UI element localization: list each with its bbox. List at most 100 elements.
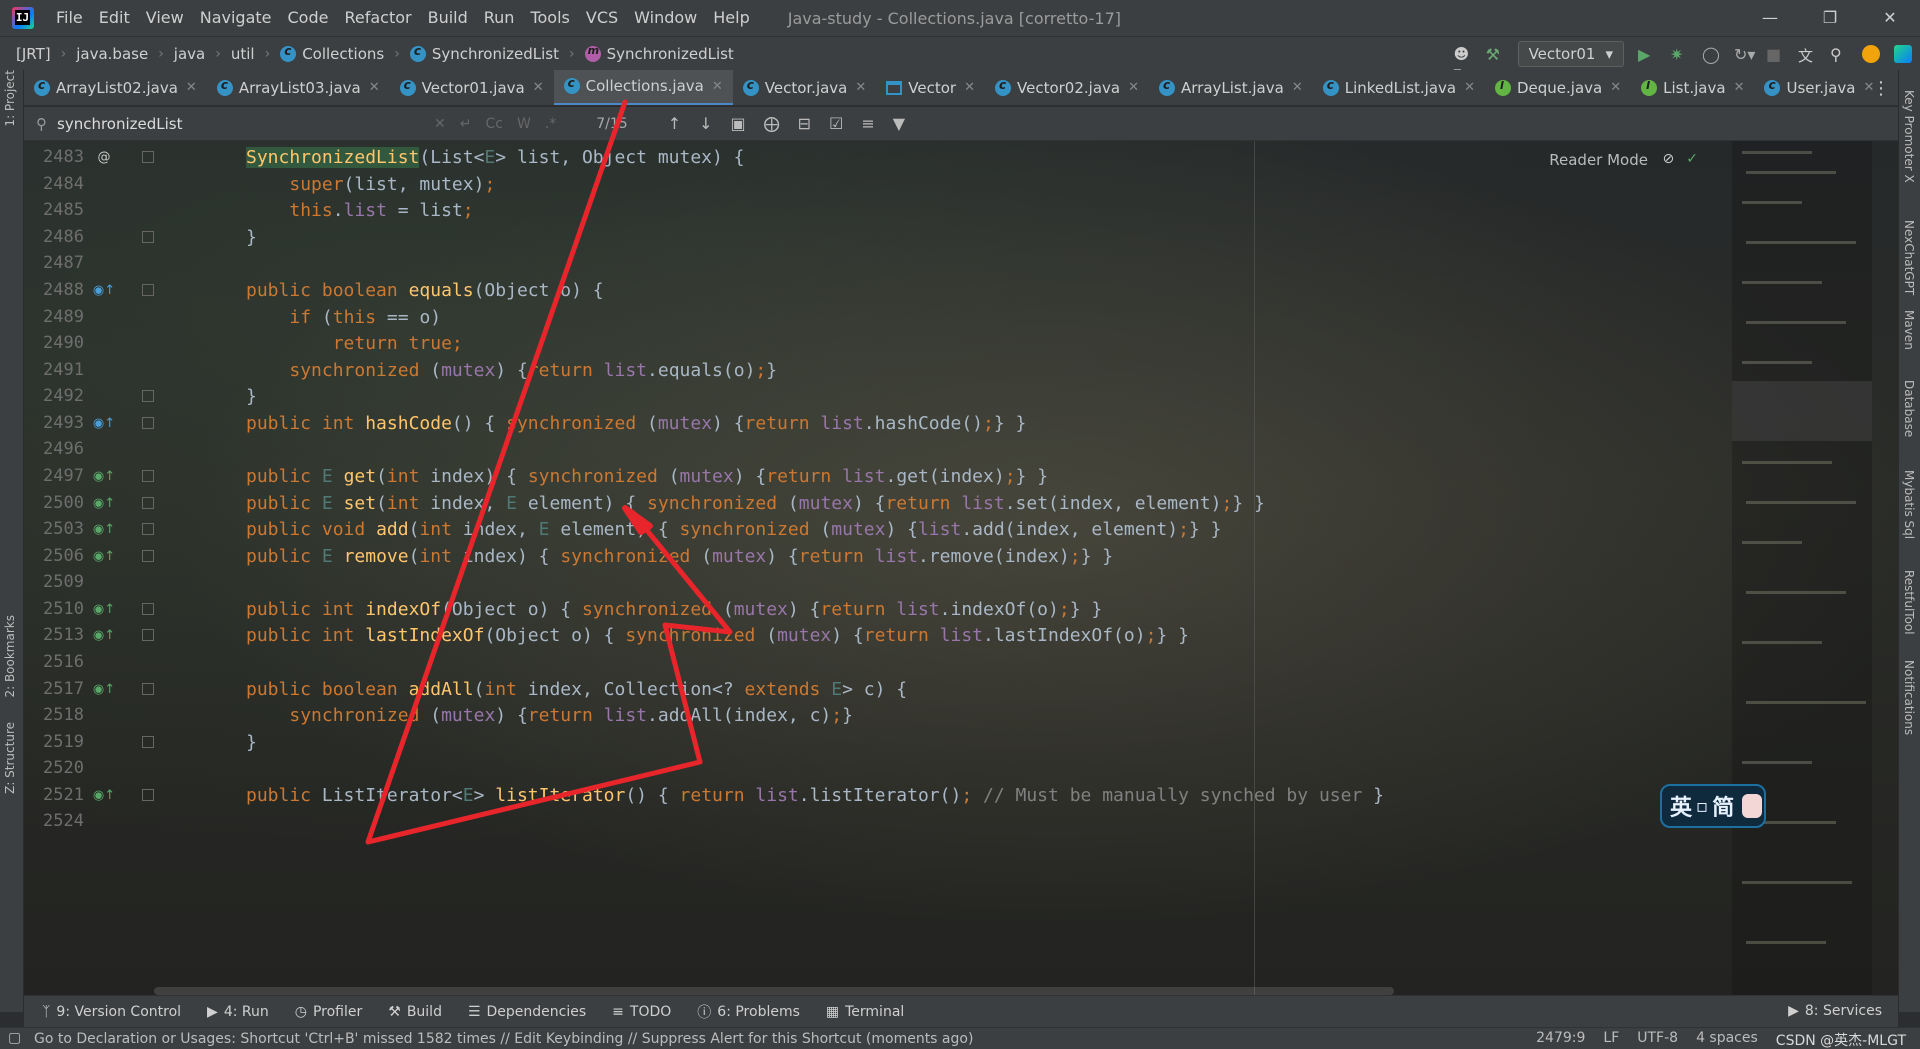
breadcrumb-jrt[interactable]: [JRT] xyxy=(12,45,55,63)
fold-icon[interactable] xyxy=(142,736,154,748)
implements-icon[interactable]: ◉↑ xyxy=(93,493,115,513)
mybatis-tool-button[interactable]: Mybatis Sql xyxy=(1902,470,1916,539)
build-tool-button[interactable]: ⚒ Build xyxy=(388,1004,442,1020)
tab-collections[interactable]: Collections.java ✕ xyxy=(553,70,733,105)
fold-icon[interactable] xyxy=(142,470,154,482)
breadcrumb-synchronizedlist-method[interactable]: SynchronizedList xyxy=(581,44,738,63)
tab-deque[interactable]: Deque.java ✕ xyxy=(1485,70,1631,105)
menu-refactor[interactable]: Refactor xyxy=(336,0,419,36)
menu-tools[interactable]: Tools xyxy=(522,0,577,36)
implements-icon[interactable]: ◉↑ xyxy=(93,466,115,486)
regex-toggle[interactable]: .* xyxy=(545,116,556,132)
tab-vector02[interactable]: Vector02.java ✕ xyxy=(985,70,1149,105)
tab-arraylist03[interactable]: ArrayList03.java ✕ xyxy=(207,70,390,105)
ime-status-widget[interactable]: 英 ▫ 简 xyxy=(1660,784,1766,828)
update-icon[interactable] xyxy=(1862,45,1880,63)
reader-mode-toggle[interactable]: Reader Mode xyxy=(1549,151,1648,169)
search-icon[interactable]: ⚲ xyxy=(1830,45,1848,64)
run-tool-button[interactable]: ▶ 4: Run xyxy=(207,1004,269,1020)
database-tool-button[interactable]: Database xyxy=(1902,380,1916,437)
todo-tool-button[interactable]: ≡ TODO xyxy=(612,1004,671,1020)
caret-position[interactable]: 2479:9 xyxy=(1536,1030,1585,1049)
stop-icon[interactable]: ■ xyxy=(1766,45,1784,64)
fold-icon[interactable] xyxy=(142,789,154,801)
close-icon[interactable]: ✕ xyxy=(1610,80,1621,95)
tab-arraylist[interactable]: ArrayList.java ✕ xyxy=(1149,70,1313,105)
line-separator[interactable]: LF xyxy=(1603,1030,1619,1049)
check-icon[interactable]: ✓ xyxy=(1686,151,1698,167)
select-all-occurrences-icon[interactable]: ☑ xyxy=(829,114,843,133)
layout-icon[interactable]: ▢ xyxy=(8,1030,21,1046)
add-occurrence-icon[interactable]: ⨁ xyxy=(764,114,780,133)
profiler-tool-button[interactable]: ◷ Profiler xyxy=(295,1004,363,1020)
fold-icon[interactable] xyxy=(142,550,154,562)
close-icon[interactable]: ✕ xyxy=(1292,80,1303,95)
close-icon[interactable]: ✕ xyxy=(1128,80,1139,95)
menu-code[interactable]: Code xyxy=(280,0,337,36)
breadcrumb-collections[interactable]: Collections xyxy=(276,44,388,63)
menu-vcs[interactable]: VCS xyxy=(578,0,626,36)
override-icon[interactable]: ◉↑ xyxy=(93,280,115,300)
align-icon[interactable]: ≡ xyxy=(861,114,874,133)
fold-icon[interactable] xyxy=(142,284,154,296)
close-icon[interactable]: ✕ xyxy=(964,80,975,95)
fold-icon[interactable] xyxy=(142,390,154,402)
bookmarks-tool-button[interactable]: 2: Bookmarks xyxy=(3,615,17,698)
status-message[interactable]: Go to Declaration or Usages: Shortcut 'C… xyxy=(34,1031,973,1047)
fold-icon[interactable] xyxy=(142,151,154,163)
tab-vector-structure[interactable]: Vector ✕ xyxy=(876,70,985,105)
close-icon[interactable]: ✕ xyxy=(1734,80,1745,95)
profile-icon[interactable]: ↻▾ xyxy=(1734,45,1755,64)
menu-run[interactable]: Run xyxy=(476,0,523,36)
indent-setting[interactable]: 4 spaces xyxy=(1696,1030,1758,1049)
run-configuration-select[interactable]: Vector01 ▾ xyxy=(1517,41,1624,67)
close-icon[interactable]: ✕ xyxy=(712,79,723,94)
restore-icon[interactable]: ❐ xyxy=(1800,0,1860,36)
debug-icon[interactable]: ✷ xyxy=(1670,45,1688,64)
more-vertical-icon[interactable]: ⋮ xyxy=(1872,78,1890,99)
fold-icon[interactable] xyxy=(142,683,154,695)
terminal-tool-button[interactable]: ▦ Terminal xyxy=(826,1004,904,1020)
structure-tool-button[interactable]: Z: Structure xyxy=(3,722,17,794)
dependencies-tool-button[interactable]: ☰ Dependencies xyxy=(468,1004,586,1020)
file-encoding[interactable]: UTF-8 xyxy=(1637,1030,1678,1049)
arrow-down-icon[interactable]: ↓ xyxy=(699,114,712,133)
menu-edit[interactable]: Edit xyxy=(91,0,138,36)
menu-file[interactable]: File xyxy=(48,0,91,36)
minimap-viewport[interactable] xyxy=(1732,381,1872,441)
tab-user[interactable]: User.java✕ xyxy=(1754,70,1884,105)
close-icon[interactable]: ✕ xyxy=(1860,0,1920,36)
override-icon[interactable]: ◉↑ xyxy=(93,413,115,433)
implements-icon[interactable]: ◉↑ xyxy=(93,679,115,699)
implements-icon[interactable]: ◉↑ xyxy=(93,599,115,619)
key-promoter-tool-button[interactable]: Key Promoter X xyxy=(1902,90,1916,183)
eye-off-icon[interactable]: ⊘ xyxy=(1663,151,1675,167)
fold-icon[interactable] xyxy=(142,603,154,615)
tab-vector-java[interactable]: Vector.java ✕ xyxy=(733,70,877,105)
close-icon[interactable]: ✕ xyxy=(1464,80,1475,95)
code-minimap[interactable] xyxy=(1732,141,1872,995)
menu-navigate[interactable]: Navigate xyxy=(192,0,280,36)
implements-icon[interactable]: ◉↑ xyxy=(93,625,115,645)
menu-help[interactable]: Help xyxy=(705,0,757,36)
annotation-icon[interactable]: @ xyxy=(94,147,114,167)
implements-icon[interactable]: ◉↑ xyxy=(93,519,115,539)
notifications-tool-button[interactable]: Notifications xyxy=(1902,660,1916,735)
breadcrumb-util[interactable]: util xyxy=(227,45,259,63)
tab-linkedlist[interactable]: LinkedList.java ✕ xyxy=(1313,70,1485,105)
problems-tool-button[interactable]: ⓘ 6: Problems xyxy=(697,1002,800,1022)
horizontal-scrollbar[interactable] xyxy=(154,987,1394,995)
arrow-up-icon[interactable]: ↑ xyxy=(668,114,681,133)
close-icon[interactable]: ✕ xyxy=(533,80,544,95)
services-tool-button[interactable]: ▶ 8: Services xyxy=(1788,1003,1882,1019)
hammer-build-icon[interactable]: ⚒ xyxy=(1486,45,1504,64)
clear-icon[interactable]: ✕ xyxy=(434,116,446,132)
project-tool-button[interactable]: 1: Project xyxy=(3,70,17,127)
vertical-scrollbar[interactable] xyxy=(1876,141,1896,995)
maven-tool-button[interactable]: Maven xyxy=(1902,310,1916,350)
code-editor[interactable]: Reader Mode ⊘ ✓ 2483 @ SynchronizedList(L… xyxy=(24,141,1898,995)
minimize-icon[interactable]: — xyxy=(1740,0,1800,36)
fold-icon[interactable] xyxy=(142,523,154,535)
menu-build[interactable]: Build xyxy=(420,0,476,36)
translate-icon[interactable]: 文 xyxy=(1798,45,1816,65)
